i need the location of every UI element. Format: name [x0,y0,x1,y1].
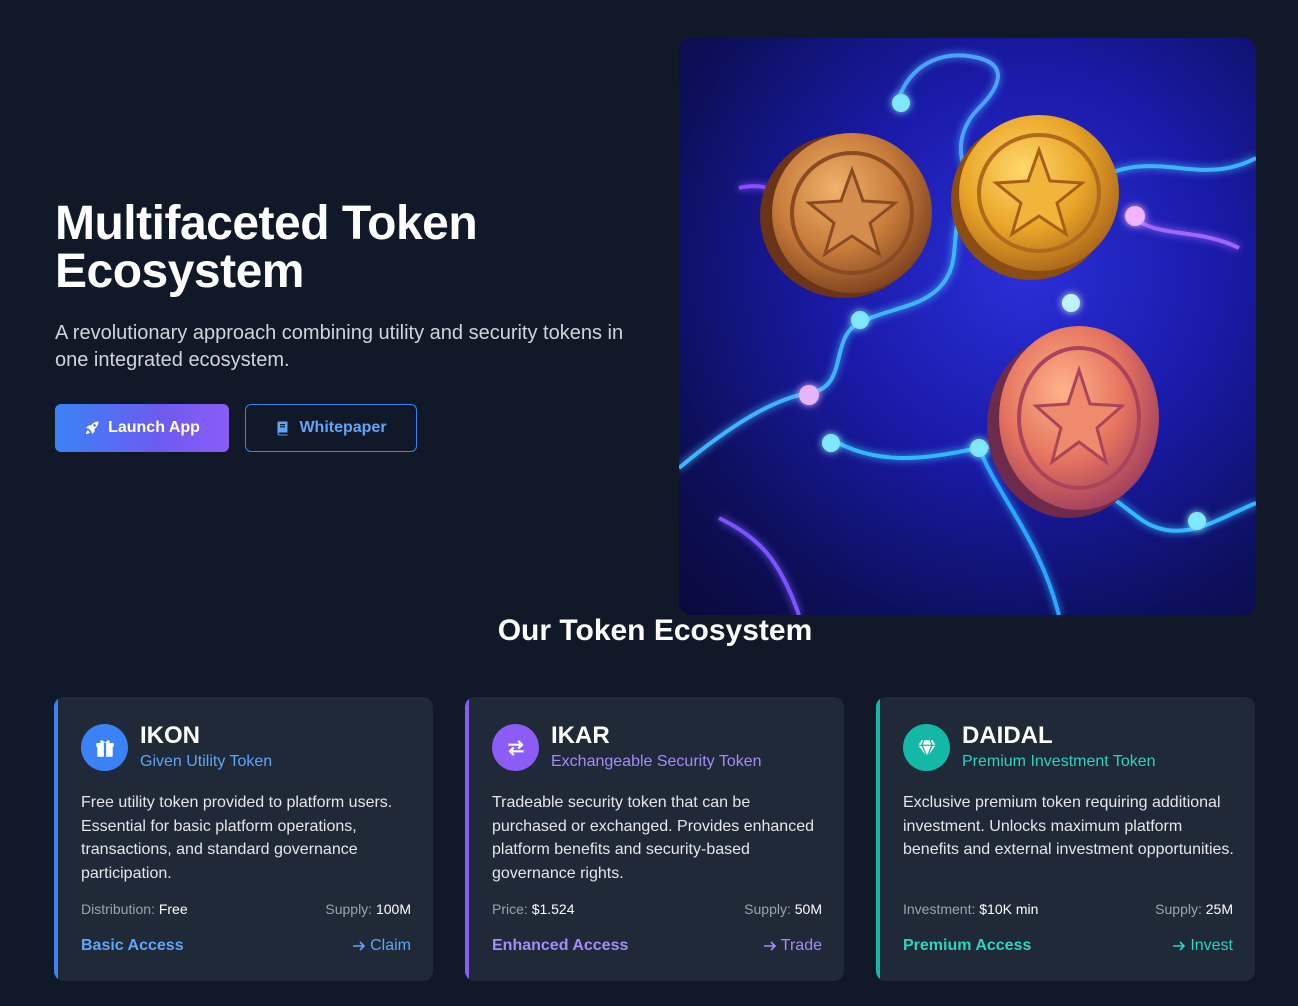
stat-label: Supply: [1155,901,1202,917]
exchange-icon [492,724,539,771]
token-name: IKON [140,722,200,749]
rocket-icon [86,421,99,434]
token-stat-left: Distribution: Free [81,901,188,917]
token-type: Exchangeable Security Token [551,753,762,770]
token-description: Free utility token provided to platform … [81,794,393,883]
claim-button[interactable]: Claim [352,937,411,955]
stat-label: Supply: [744,901,791,917]
stat-value: Free [158,901,188,917]
stat-label: Supply: [325,901,373,917]
launch-app-button[interactable]: Launch App [55,404,229,452]
token-card-ikar: IKAR Exchangeable Security Token Tradeab… [465,697,844,981]
gift-icon [81,724,128,771]
page: Multifaceted Token Ecosystem A revolutio… [0,0,1298,1006]
gem-icon [903,724,950,771]
token-card-ikon: IKON Given Utility Token Free utility to… [54,697,433,981]
token-name: DAIDAL [962,722,1053,749]
token-investment: Investment: $10K min [903,901,1038,917]
whitepaper-label: Whitepaper [299,419,387,436]
launch-app-label: Launch App [108,419,200,436]
stat-value: 25M [1205,901,1233,917]
whitepaper-button[interactable]: Whitepaper [245,404,417,452]
hero-subtitle: A revolutionary approach combining utili… [55,322,624,371]
stat-label: Price: [492,901,528,917]
token-type: Given Utility Token [140,753,273,770]
coins-illustration-icon [679,53,1256,615]
trade-label: Trade [780,937,822,954]
access-level: Basic Access [81,937,184,954]
access-level: Enhanced Access [492,937,629,954]
book-icon [277,421,288,436]
stat-label: Distribution: [81,901,155,917]
arrow-right-icon [763,941,776,951]
token-supply: Supply: 100M [325,901,411,917]
hero-coins-illustration [679,38,1256,615]
stat-label: Investment: [903,901,976,917]
stat-value: 50M [794,901,822,917]
claim-label: Claim [370,937,411,954]
token-supply: Supply: 25M [1155,901,1233,917]
access-level: Premium Access [903,937,1032,954]
token-supply: Supply: 50M [744,901,822,917]
token-price: Price: $1.524 [492,901,575,917]
token-type: Premium Investment Token [962,753,1156,770]
invest-button[interactable]: Invest [1172,937,1233,955]
token-description: Exclusive premium token requiring additi… [903,794,1234,859]
invest-label: Invest [1190,937,1233,954]
stat-value: 100M [375,901,411,917]
hero-title: Multifaceted Token Ecosystem [55,197,478,298]
stat-value: $1.524 [531,901,575,917]
token-description: Tradeable security token that can be pur… [492,794,814,883]
trade-button[interactable]: Trade [763,937,822,955]
token-card-daidal: DAIDAL Premium Investment Token Exclusiv… [876,697,1255,981]
section-title: Our Token Ecosystem [497,614,813,647]
token-name: IKAR [551,722,610,749]
arrow-right-icon [353,941,366,951]
arrow-right-icon [1173,941,1186,951]
stat-value: $10K min [979,901,1039,917]
